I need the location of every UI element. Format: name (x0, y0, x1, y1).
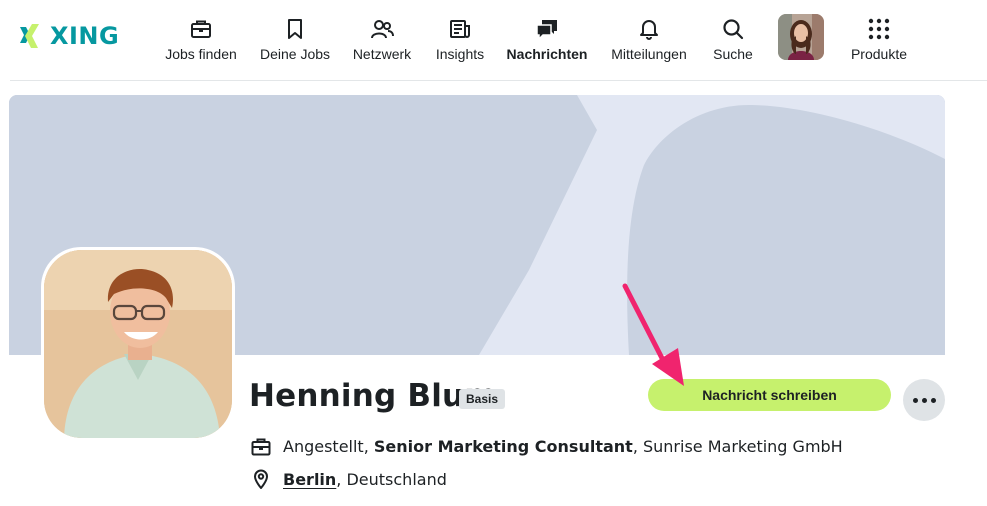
nav-netzwerk[interactable]: Netzwerk (351, 0, 413, 80)
separator: , (632, 437, 643, 456)
profile-photo-image (44, 250, 232, 438)
job-title: Senior Marketing Consultant (373, 437, 633, 456)
more-options-button[interactable] (903, 379, 945, 421)
bookmark-icon (287, 16, 303, 42)
newspaper-icon (449, 16, 471, 42)
briefcase-icon (251, 438, 271, 456)
grid-dots-icon (868, 16, 890, 42)
nav-divider (10, 80, 987, 81)
employment-status: Angestellt (283, 437, 364, 456)
city-link[interactable]: Berlin (283, 470, 336, 489)
chat-bubbles-icon (535, 16, 559, 42)
nav-label: Produkte (850, 46, 908, 62)
nav-produkte[interactable]: Produkte (847, 0, 911, 80)
avatar-photo (778, 14, 824, 60)
top-navigation: XING Jobs finden Deine Jobs Netzwerk Ins… (0, 0, 987, 81)
nav-label: Insights (435, 46, 485, 62)
nav-jobs-finden[interactable]: Jobs finden (165, 0, 237, 80)
nav-label: Suche (713, 46, 753, 62)
occupation-row: Angestellt, Senior Marketing Consultant,… (251, 437, 843, 456)
people-icon (370, 16, 394, 42)
xing-logo[interactable]: XING (18, 22, 119, 50)
search-icon (722, 16, 744, 42)
location-row: Berlin, Deutschland (251, 469, 447, 489)
separator: , (363, 437, 374, 456)
country: Deutschland (346, 469, 447, 489)
write-message-button[interactable]: Nachricht schreiben (648, 379, 891, 411)
nav-label: Netzwerk (352, 46, 412, 62)
xing-logo-icon (20, 24, 39, 48)
location-pin-icon (251, 469, 271, 489)
nav-suche[interactable]: Suche (711, 0, 755, 80)
more-horizontal-icon-dot (921, 397, 927, 403)
briefcase-icon (190, 16, 212, 42)
nav-deine-jobs[interactable]: Deine Jobs (260, 0, 330, 80)
separator: , (336, 469, 347, 489)
nav-insights[interactable]: Insights (433, 0, 487, 80)
nav-label: Deine Jobs (259, 46, 331, 62)
xing-logo-text: XING (50, 22, 120, 50)
nav-label: Nachrichten (506, 46, 588, 62)
company-name: Sunrise Marketing GmbH (642, 437, 843, 456)
bell-icon (639, 16, 659, 42)
profile-photo[interactable] (41, 247, 235, 441)
nav-label: Mitteilungen (611, 46, 687, 62)
membership-badge: Basis (459, 389, 506, 409)
nav-mitteilungen[interactable]: Mitteilungen (608, 0, 690, 80)
nav-nachrichten[interactable]: Nachrichten (507, 0, 587, 80)
more-horizontal-icon (912, 397, 918, 403)
nav-label: Jobs finden (165, 46, 237, 62)
more-horizontal-icon-dot (930, 397, 936, 403)
user-avatar[interactable] (778, 14, 824, 60)
